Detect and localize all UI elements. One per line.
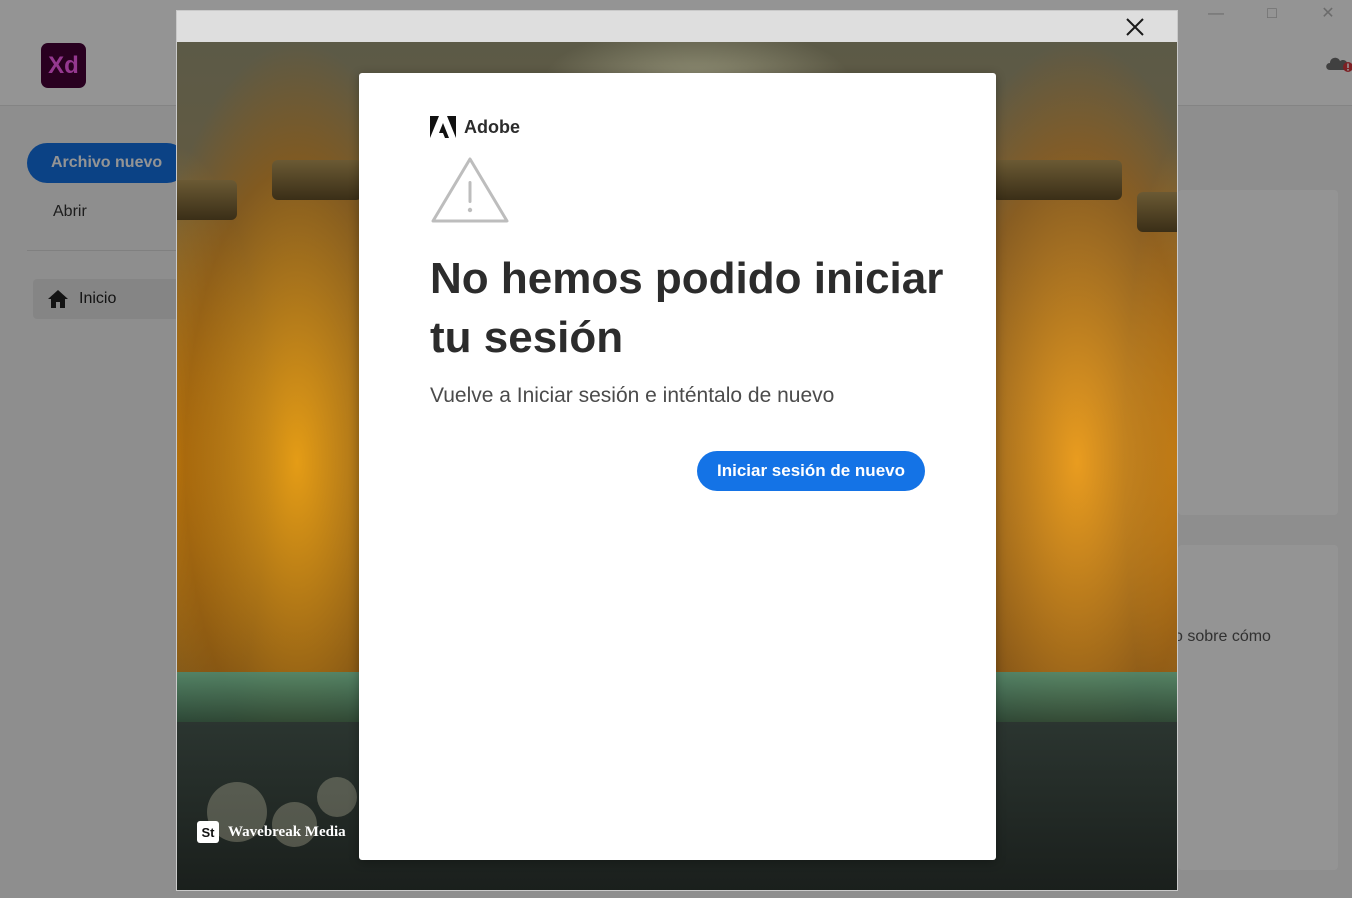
error-heading: No hemos podido iniciar tu sesión <box>430 254 944 362</box>
jar-lid <box>177 180 237 220</box>
jar-lid <box>992 160 1122 200</box>
photo-credit-text: Wavebreak Media <box>228 823 346 840</box>
adobe-brand: Adobe <box>430 116 520 138</box>
close-icon[interactable] <box>1123 15 1147 39</box>
window-title-bar <box>177 11 1177 42</box>
jar-lid <box>272 160 362 200</box>
warning-icon <box>431 157 509 223</box>
error-subtitle: Vuelve a Iniciar sesión e inténtalo de n… <box>430 384 835 407</box>
sign-in-window: St Wavebreak Media Adobe No hemos podido… <box>176 10 1178 891</box>
jar-lid <box>1137 192 1177 232</box>
bokeh-light <box>317 777 357 817</box>
photo-credit: St Wavebreak Media <box>197 821 346 843</box>
sign-in-error-dialog: Adobe No hemos podido iniciar tu sesión … <box>359 73 996 860</box>
sign-in-again-button[interactable]: Iniciar sesión de nuevo <box>697 451 925 491</box>
adobe-logo-icon <box>430 116 456 138</box>
adobe-brand-text: Adobe <box>464 116 520 137</box>
adobe-stock-icon: St <box>197 821 219 843</box>
